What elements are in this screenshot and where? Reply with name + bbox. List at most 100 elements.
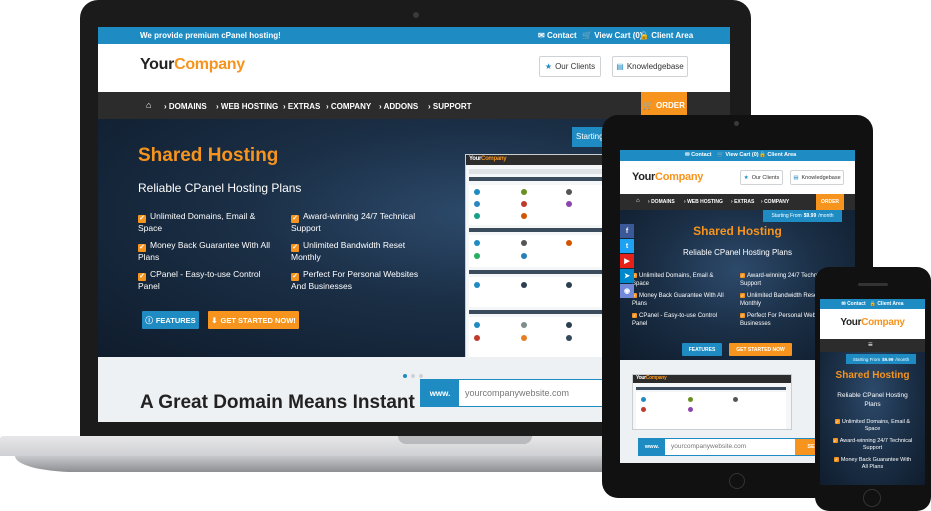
feature-item: ✓ Unlimited Bandwidth Reset Monthly bbox=[291, 240, 416, 263]
tablet-knowledgebase-button[interactable]: ▤ Knowledgebase bbox=[790, 170, 844, 185]
twitter-icon[interactable]: t bbox=[620, 239, 634, 253]
phone-feature-item: ✓ Unlimited Domains, Email & Space bbox=[825, 419, 920, 433]
tablet-feature-item: ✓ Unlimited Domains, Email & Space bbox=[632, 272, 727, 288]
nav-addons-label: ADDONS bbox=[383, 102, 419, 111]
cpanel-preview: YourCompany bbox=[465, 154, 605, 357]
tablet-our-clients-button[interactable]: ★ Our Clients bbox=[740, 170, 783, 185]
slider-dot[interactable] bbox=[403, 374, 407, 378]
lock-icon: 🔒 bbox=[639, 31, 649, 40]
tablet-www-prefix: www. bbox=[639, 439, 665, 455]
tablet-logo[interactable]: YourCompany bbox=[632, 171, 703, 183]
check-icon: ✓ bbox=[832, 438, 838, 443]
feature-text: Award-winning 24/7 Technical Support bbox=[291, 211, 416, 233]
cart-icon: 🛒 bbox=[582, 31, 592, 40]
phone-speaker bbox=[858, 283, 888, 286]
client-area-link[interactable]: 🔒 Client Area bbox=[639, 31, 693, 40]
book-icon: ▤ bbox=[793, 174, 799, 181]
telegram-icon[interactable]: ➤ bbox=[620, 269, 634, 283]
nav-web-hosting[interactable]: › WEB HOSTING bbox=[216, 102, 278, 111]
phone-logo[interactable]: YourCompany bbox=[820, 317, 925, 328]
our-clients-button[interactable]: ★ Our Clients bbox=[539, 56, 601, 77]
feature-text: CPanel - Easy-to-use Control Panel bbox=[138, 269, 261, 291]
tablet-features-button[interactable]: FEATURES bbox=[682, 343, 722, 356]
domain-search-input[interactable]: yourcompanywebsite.com bbox=[465, 388, 569, 398]
phone-starting-label: Starting From bbox=[852, 356, 881, 362]
nav-support-label: SUPPORT bbox=[432, 102, 472, 111]
phone-subtitle-line2: Plans bbox=[864, 401, 881, 408]
tablet-nav-domains[interactable]: › DOMAINS bbox=[648, 199, 675, 205]
tablet-top-bar: ✉ Contact 🛒 View Cart (0) 🔒 Client Area bbox=[620, 150, 855, 161]
phone-logo-part2: Company bbox=[861, 317, 905, 328]
phone-hero-subtitle: Reliable CPanel Hosting Plans bbox=[820, 391, 925, 409]
tablet-view-cart-link[interactable]: 🛒 View Cart (0) bbox=[717, 152, 759, 158]
tablet-client-area-link[interactable]: 🔒 Client Area bbox=[759, 152, 796, 158]
logo-part2: Company bbox=[174, 56, 245, 73]
tablet-nav-web-hosting-label: WEB HOSTING bbox=[687, 199, 723, 205]
feature-item: ✓ Unlimited Domains, Email & Space bbox=[138, 211, 268, 234]
tablet-nav-extras-label: EXTRAS bbox=[734, 199, 755, 205]
tablet-get-started-button[interactable]: GET STARTED NOW bbox=[729, 343, 792, 356]
tablet-contact-link[interactable]: ✉ Contact bbox=[685, 152, 712, 158]
phone-contact-link[interactable]: ✉ Contact bbox=[841, 301, 865, 307]
tablet-domain-search-box: www. yourcompanywebsite.com SEARCH bbox=[638, 438, 843, 456]
discord-icon[interactable]: ◉ bbox=[620, 284, 634, 298]
phone-feature-item: ✓ Money Back Guarantee With All Plans bbox=[825, 457, 920, 471]
client-area-label: Client Area bbox=[651, 31, 694, 40]
nav-addons[interactable]: › ADDONS bbox=[379, 102, 418, 111]
www-prefix: www. bbox=[421, 380, 459, 406]
check-icon: ✓ bbox=[833, 457, 839, 462]
facebook-icon[interactable]: f bbox=[620, 224, 634, 238]
hero-subtitle: Reliable CPanel Hosting Plans bbox=[138, 181, 302, 195]
preview-logo-part1: Your bbox=[469, 156, 482, 162]
hamburger-icon[interactable]: ≡ bbox=[868, 340, 873, 349]
tablet-preview-logo: YourCompany bbox=[636, 375, 667, 381]
view-cart-link[interactable]: 🛒 View Cart (0) bbox=[582, 31, 643, 40]
phone-logo-part1: Your bbox=[840, 317, 862, 328]
home-icon[interactable]: ⌂ bbox=[146, 100, 151, 110]
feature-text: Unlimited Bandwidth Reset Monthly bbox=[291, 240, 406, 262]
tablet-our-clients-label: Our Clients bbox=[751, 174, 780, 181]
youtube-icon[interactable]: ▶ bbox=[620, 254, 634, 268]
tablet-preview-logo-part2: Company bbox=[645, 375, 667, 381]
slider-dot[interactable] bbox=[419, 374, 423, 378]
features-button[interactable]: ⓘ FEATURES bbox=[142, 311, 199, 329]
phone-feature-item: ✓ Award-winning 24/7 Technical Support bbox=[825, 438, 920, 452]
contact-label: Contact bbox=[546, 31, 577, 40]
phone-client-area-link[interactable]: 🔒 Client Area bbox=[870, 301, 904, 307]
phone-feature-text: Money Back Guarantee With All Plans bbox=[840, 457, 912, 470]
nav-support[interactable]: › SUPPORT bbox=[428, 102, 472, 111]
tablet-features-label: FEATURES bbox=[688, 346, 716, 353]
nav-extras[interactable]: › EXTRAS bbox=[283, 102, 320, 111]
tablet-feature-item: ✓ CPanel - Easy-to-use Control Panel bbox=[632, 312, 732, 328]
star-icon: ★ bbox=[743, 174, 749, 181]
domain-heading: A Great Domain Means Instant bbox=[140, 392, 415, 413]
check-icon: ✓ bbox=[291, 215, 299, 223]
nav-domains[interactable]: › DOMAINS bbox=[164, 102, 207, 111]
feature-item: ✓ CPanel - Easy-to-use Control Panel bbox=[138, 269, 268, 292]
phone-starting-from: Starting From $9.99/month bbox=[846, 354, 916, 364]
feature-item: ✓ Money Back Guarantee With All Plans bbox=[138, 240, 278, 263]
phone-top-bar: ✉ Contact 🔒 Client Area bbox=[820, 299, 925, 309]
tablet-nav-web-hosting[interactable]: › WEB HOSTING bbox=[684, 199, 723, 205]
contact-link[interactable]: ✉ Contact bbox=[538, 31, 577, 40]
envelope-icon: ✉ bbox=[538, 31, 545, 40]
tablet-nav-company[interactable]: › COMPANY bbox=[761, 199, 789, 205]
tablet-contact-label: Contact bbox=[691, 152, 712, 158]
tablet-order-button[interactable]: ORDER bbox=[816, 194, 844, 210]
tablet-starting-label: Starting From bbox=[771, 213, 802, 219]
tablet-order-label: ORDER bbox=[820, 199, 840, 205]
tablet-nav-extras[interactable]: › EXTRAS bbox=[731, 199, 754, 205]
preview-logo: YourCompany bbox=[469, 156, 507, 162]
home-icon[interactable]: ⌂ bbox=[636, 198, 640, 204]
logo[interactable]: YourCompany bbox=[140, 56, 245, 74]
knowledgebase-button[interactable]: ▤ Knowledgebase bbox=[612, 56, 688, 77]
nav-company[interactable]: › COMPANY bbox=[326, 102, 371, 111]
tablet-domain-search-input[interactable]: yourcompanywebsite.com bbox=[671, 443, 746, 450]
phone-subtitle-line1: Reliable CPanel Hosting bbox=[837, 392, 908, 399]
get-started-button[interactable]: ⬇ GET STARTED NOW! bbox=[208, 311, 299, 329]
slider-dot[interactable] bbox=[411, 374, 415, 378]
check-icon: ✓ bbox=[632, 313, 637, 318]
tablet-nav-domains-label: DOMAINS bbox=[651, 199, 675, 205]
tablet-feature-text: Award-winning 24/7 Technical Support bbox=[740, 273, 827, 287]
tablet-logo-part1: Your bbox=[632, 171, 656, 183]
